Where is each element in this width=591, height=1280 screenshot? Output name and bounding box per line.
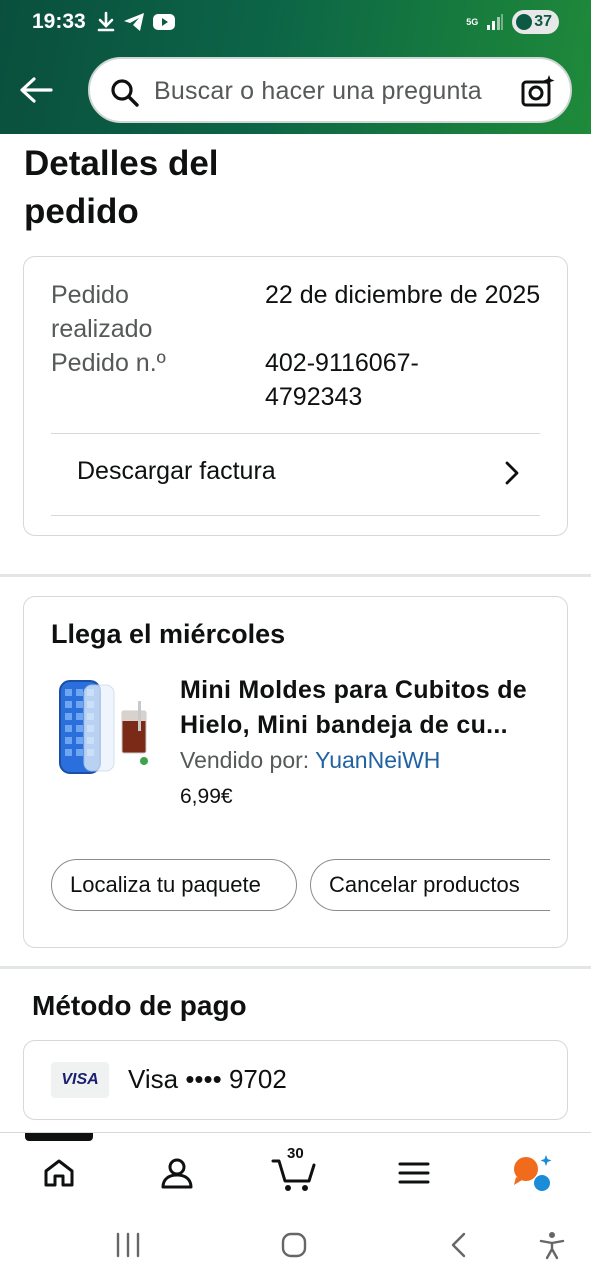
signal-icon [487,14,504,30]
home-system-icon[interactable] [280,1230,308,1260]
telegram-icon [124,13,144,31]
ice-tray-image [59,680,148,774]
home-icon [44,1159,74,1187]
card-number: Visa •••• 9702 [128,1064,287,1094]
order-placed-value: 22 de diciembre de 2025 [265,281,541,309]
delivery-title: Llega el miércoles [51,619,286,649]
divider [51,515,540,516]
order-number-value: 402-9116067-4792343 [265,349,419,411]
rufus-assistant-icon [514,1155,552,1191]
bottom-navigation: 30 [0,1132,591,1210]
payment-method-card: VISA Visa •••• 9702 [23,1040,568,1120]
search-placeholder: Buscar o hacer una pregunta [154,77,482,105]
youtube-icon [153,14,175,30]
nav-menu[interactable] [390,1151,438,1195]
app-header: 19:33 5G 37 Buscar o hacer una pregunta [0,0,591,134]
nav-cart[interactable]: 30 [270,1145,318,1195]
user-icon [161,1158,193,1189]
product-price: 6,99€ [180,785,233,808]
recent-apps-icon[interactable] [115,1230,141,1260]
section-divider [0,966,591,969]
download-icon [97,11,115,32]
status-time: 19:33 [32,10,86,33]
order-details-card: Pedido realizado 22 de diciembre de 2025… [23,256,568,536]
camera-search-icon[interactable] [520,74,556,108]
cancel-items-button[interactable]: Cancelar productos [310,859,550,911]
back-button[interactable] [16,72,56,108]
payment-method-title: Método de pago [32,990,247,1021]
back-system-icon[interactable] [448,1230,470,1260]
product-title[interactable]: Mini Moldes para Cubitos de Hielo, Mini … [180,673,555,743]
seller-link[interactable]: YuanNeiWH [315,747,440,773]
search-icon [111,79,139,107]
product-image[interactable] [54,677,154,777]
accessibility-icon[interactable] [538,1230,566,1260]
chevron-right-icon [505,461,519,485]
download-invoice-row[interactable]: Descargar factura [51,433,540,515]
seller-info: Vendido por: YuanNeiWH [180,747,440,774]
battery-indicator: 37 [512,10,559,34]
nav-home[interactable] [35,1151,83,1195]
active-tab-indicator [25,1133,93,1141]
visa-logo: VISA [51,1062,109,1098]
nav-rufus-assistant[interactable] [508,1151,556,1195]
page-title: Detalles del pedido [24,144,219,231]
battery-level: 37 [534,13,552,30]
track-package-button[interactable]: Localiza tu paquete [51,859,297,911]
status-bar: 19:33 5G 37 [0,0,591,46]
section-divider [0,574,591,577]
order-placed-label: Pedido realizado [51,281,153,343]
order-number-label: Pedido n.º [51,349,166,377]
search-input[interactable]: Buscar o hacer una pregunta [88,57,572,123]
sold-by-label: Vendido por: [180,747,316,773]
menu-icon [398,1162,430,1184]
back-arrow-icon [20,77,53,103]
network-type: 5G [466,16,479,27]
system-navigation-bar [0,1210,591,1280]
battery-saver-icon [516,14,533,30]
nav-account[interactable] [153,1151,201,1195]
download-invoice-label: Descargar factura [77,457,276,485]
delivery-card: Llega el miércoles Mini Moldes para Cubi… [23,596,568,948]
cart-count: 30 [287,1145,304,1162]
